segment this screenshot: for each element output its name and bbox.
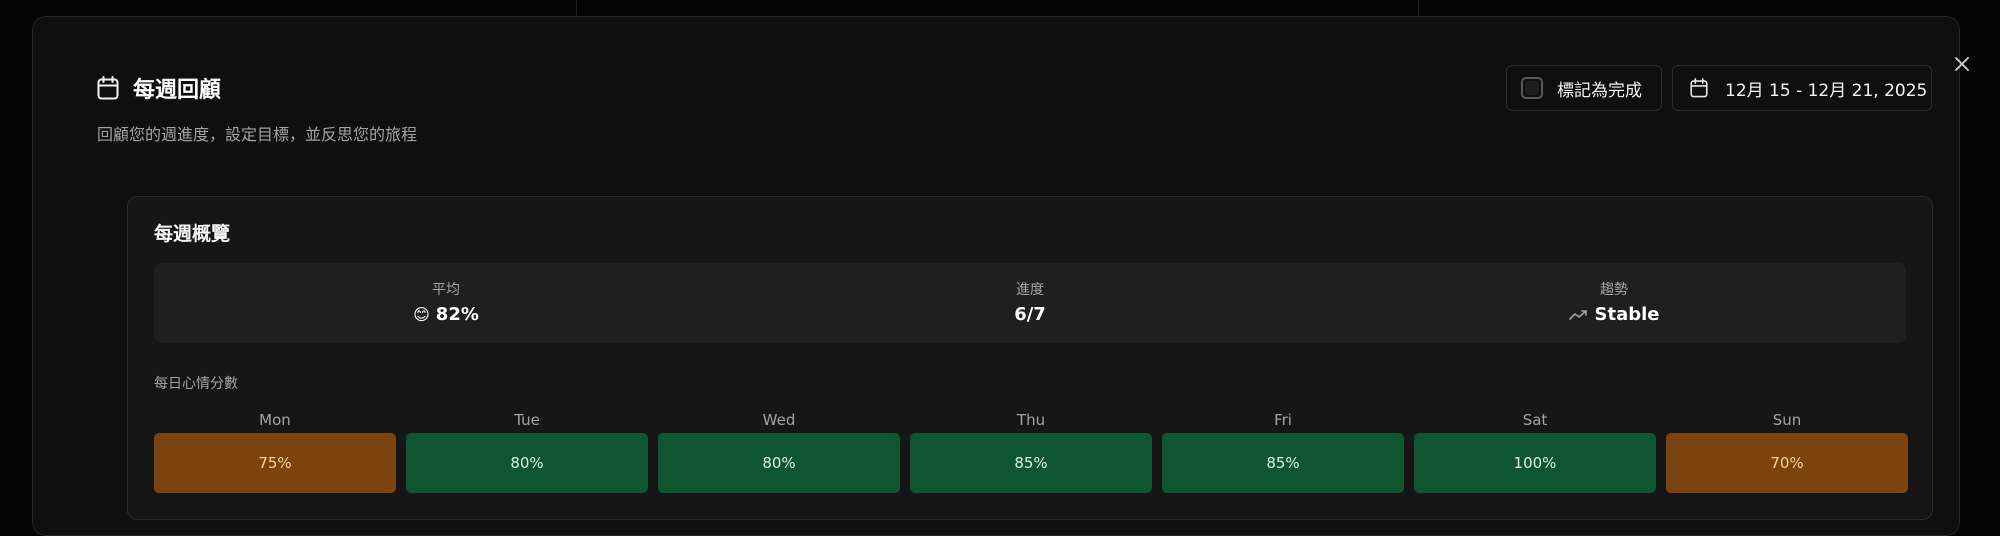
page-subtitle: 回顧您的週進度，設定目標，並反思您的旅程 <box>97 125 418 144</box>
card-title: 每週概覽 <box>154 223 231 245</box>
calendar-icon <box>97 76 119 100</box>
stat-average: 平均 😊 82% <box>154 263 738 343</box>
stat-value: 82% <box>435 304 479 325</box>
day-wed: Wed 80% <box>658 411 900 493</box>
trend-icon <box>1568 309 1587 320</box>
stat-label: 進度 <box>1016 282 1044 298</box>
modal-header: 每週回顧 <box>97 73 221 103</box>
day-name: Fri <box>1274 411 1292 429</box>
date-range-picker[interactable]: 12月 15 - 12月 21, 2025 <box>1672 65 1932 111</box>
weekly-review-modal: 每週回顧 回顧您的週進度，設定目標，並反思您的旅程 標記為完成 12月 15 -… <box>32 16 1969 536</box>
day-name: Tue <box>514 411 540 429</box>
day-name: Mon <box>259 411 291 429</box>
day-fri: Fri 85% <box>1162 411 1404 493</box>
day-mon: Mon 75% <box>154 411 396 493</box>
day-score-tile[interactable]: 85% <box>910 433 1152 493</box>
stat-trend: 趨勢 Stable <box>1322 263 1906 343</box>
page-title: 每週回顧 <box>133 78 222 103</box>
day-sun: Sun 70% <box>1666 411 1908 493</box>
day-thu: Thu 85% <box>910 411 1152 493</box>
calendar-icon <box>1690 78 1708 98</box>
daily-mood-label: 每日心情分數 <box>154 376 238 392</box>
day-score-tile[interactable]: 80% <box>658 433 900 493</box>
stat-value: Stable <box>1594 304 1660 325</box>
stat-label: 平均 <box>432 282 460 298</box>
day-score-tile[interactable]: 80% <box>406 433 648 493</box>
date-range-label: 12月 15 - 12月 21, 2025 <box>1725 80 1928 101</box>
day-name: Sun <box>1772 411 1802 429</box>
day-score-tile[interactable]: 85% <box>1162 433 1404 493</box>
day-name: Thu <box>1016 411 1046 429</box>
day-name: Sat <box>1522 411 1548 429</box>
day-score-tile[interactable]: 100% <box>1414 433 1656 493</box>
mark-complete-label: 標記為完成 <box>1557 80 1642 101</box>
weekly-overview-card: 每週概覽 平均 😊 82% 進度 6/7 趨勢 Stable 每日心情分數 Mo… <box>127 196 1933 520</box>
smiling-face-emoji-icon: 😊 <box>413 305 430 324</box>
complete-checkbox[interactable] <box>1521 77 1543 99</box>
mark-complete-button[interactable]: 標記為完成 <box>1506 65 1662 111</box>
day-sat: Sat 100% <box>1414 411 1656 493</box>
stat-progress: 進度 6/7 <box>738 263 1322 343</box>
day-score-tile[interactable]: 70% <box>1666 433 1908 493</box>
day-name: Wed <box>762 411 796 429</box>
day-score-tile[interactable]: 75% <box>154 433 396 493</box>
day-tue: Tue 80% <box>406 411 648 493</box>
stat-label: 趨勢 <box>1600 282 1628 298</box>
close-button[interactable] <box>1951 53 1973 75</box>
close-icon <box>1955 57 1969 71</box>
stats-panel: 平均 😊 82% 進度 6/7 趨勢 Stable <box>154 263 1906 343</box>
stat-value: 6/7 <box>1014 304 1046 325</box>
